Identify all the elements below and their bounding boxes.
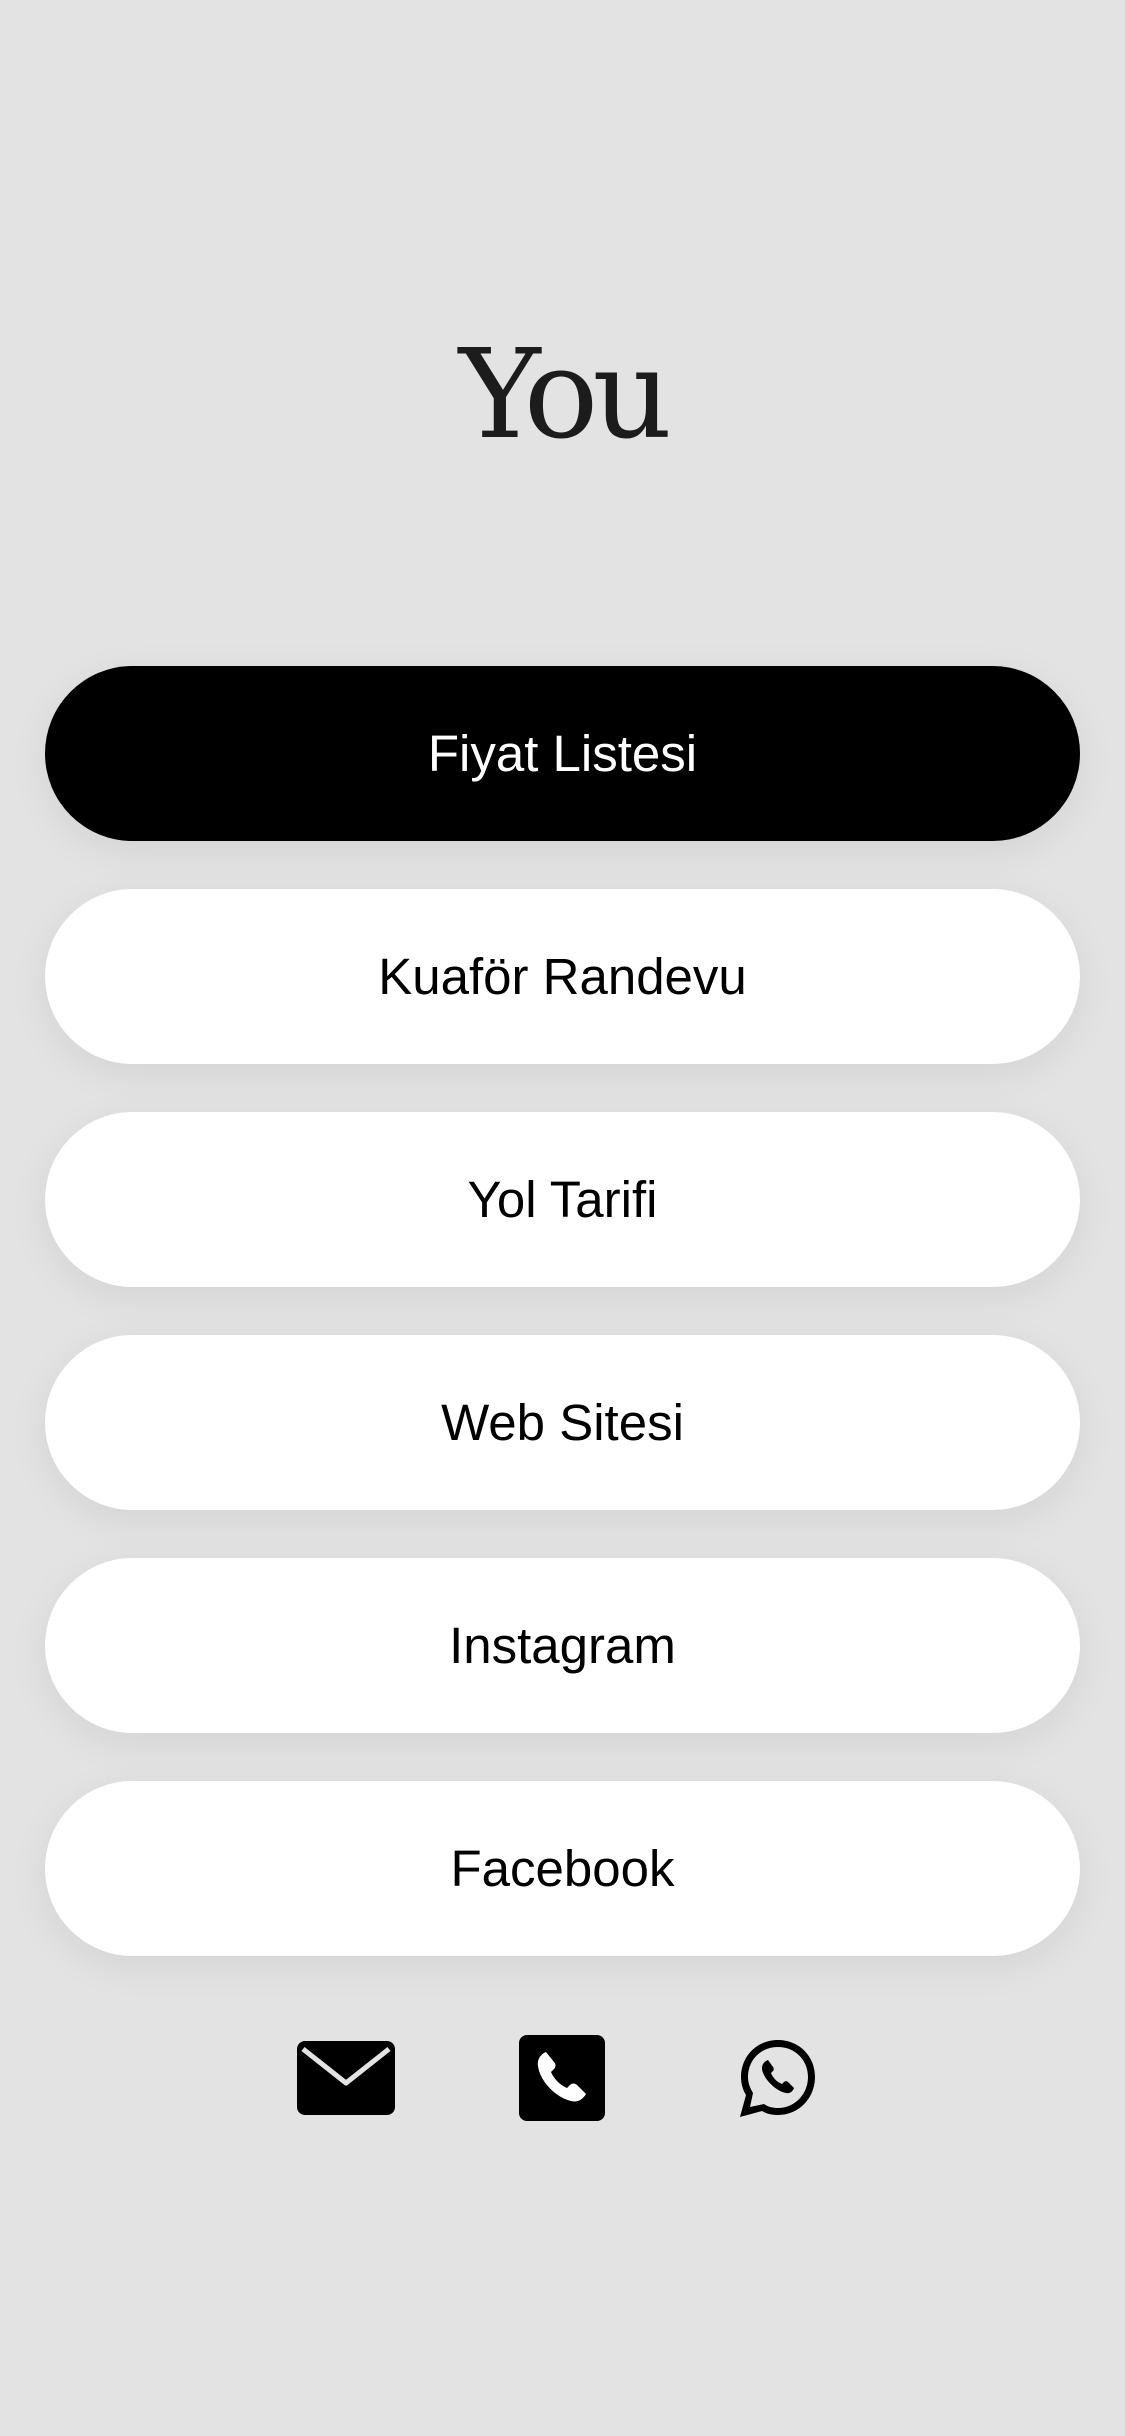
facebook-button[interactable]: Facebook xyxy=(45,1781,1080,1956)
link-list: Fiyat Listesi Kuaför Randevu Yol Tarifi … xyxy=(45,666,1080,2004)
instagram-button[interactable]: Instagram xyxy=(45,1558,1080,1733)
whatsapp-icon[interactable] xyxy=(735,2033,821,2123)
contact-row xyxy=(0,2033,1125,2123)
phone-icon[interactable] xyxy=(518,2033,606,2123)
brand-logo: You xyxy=(458,323,673,467)
hairdresser-appointment-button[interactable]: Kuaför Randevu xyxy=(45,889,1080,1064)
price-list-button[interactable]: Fiyat Listesi xyxy=(45,666,1080,841)
directions-button[interactable]: Yol Tarifi xyxy=(45,1112,1080,1287)
website-button[interactable]: Web Sitesi xyxy=(45,1335,1080,1510)
mail-icon[interactable] xyxy=(296,2033,396,2123)
